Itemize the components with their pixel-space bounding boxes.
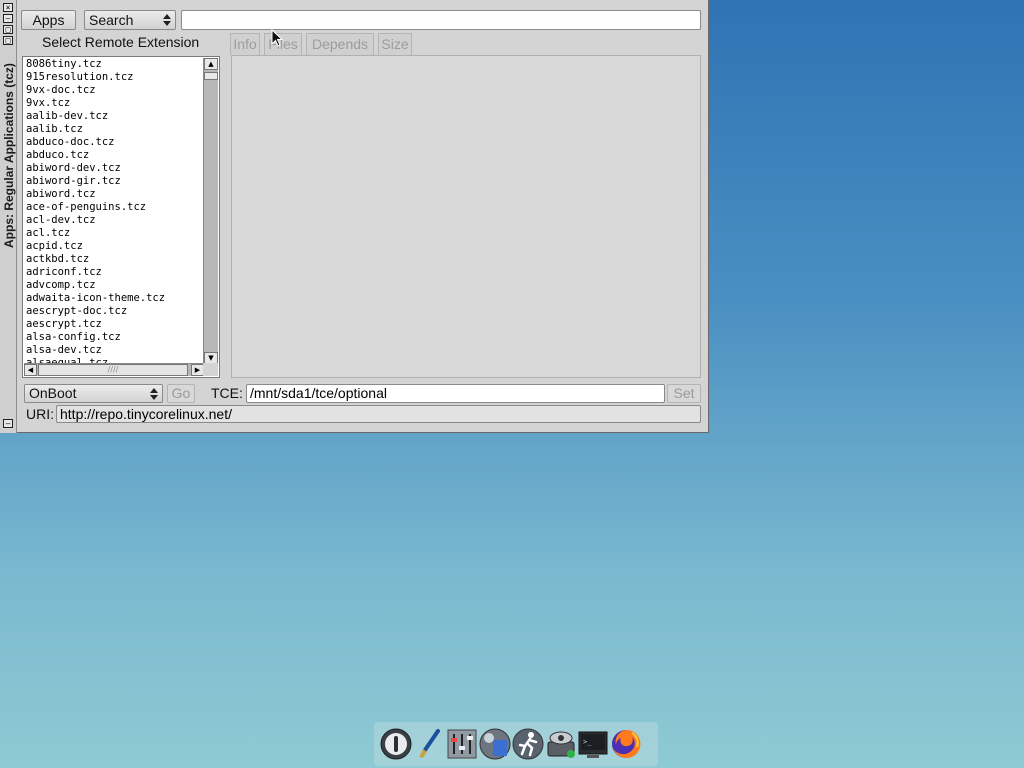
list-item[interactable]: aalib.tcz <box>25 123 203 136</box>
terminal-icon[interactable]: >_ <box>577 728 609 760</box>
search-mode-label: Search <box>89 12 134 28</box>
install-mode-label: OnBoot <box>29 385 77 401</box>
tab-depends[interactable]: Depends <box>306 33 374 55</box>
power-icon[interactable] <box>380 728 412 760</box>
uri-label: URI: <box>26 406 54 422</box>
scroll-thumb[interactable] <box>204 72 218 80</box>
tab-info[interactable]: Info <box>230 33 260 55</box>
tab-files[interactable]: Files <box>264 33 302 55</box>
run-icon[interactable] <box>512 728 544 760</box>
updown-arrows-icon <box>150 388 158 400</box>
app-browser-icon[interactable] <box>545 728 577 760</box>
list-item[interactable]: advcomp.tcz <box>25 279 203 292</box>
list-item[interactable]: adwaita-icon-theme.tcz <box>25 292 203 305</box>
install-mode-select[interactable]: OnBoot <box>24 384 163 403</box>
list-item[interactable]: abiword-dev.tcz <box>25 162 203 175</box>
list-item[interactable]: aescrypt.tcz <box>25 318 203 331</box>
vertical-scrollbar[interactable]: ▲ ▼ <box>203 58 218 364</box>
scroll-left-icon[interactable]: ◀ <box>24 364 37 376</box>
list-item[interactable]: abduco.tcz <box>25 149 203 162</box>
list-item[interactable]: 9vx-doc.tcz <box>25 84 203 97</box>
list-item[interactable]: alsa-dev.tcz <box>25 344 203 357</box>
uri-field[interactable]: http://repo.tinycorelinux.net/ <box>56 405 701 423</box>
scroll-corner <box>203 363 218 376</box>
info-panel <box>231 55 701 378</box>
list-item[interactable]: 8086tiny.tcz <box>25 58 203 71</box>
mouse-cursor-icon <box>271 29 283 47</box>
list-item[interactable]: 9vx.tcz <box>25 97 203 110</box>
app-browser-window: × – □ □ Apps: Regular Applications (tcz)… <box>0 0 709 433</box>
search-mode-select[interactable]: Search <box>84 10 176 30</box>
restore-icon[interactable]: □ <box>3 36 13 45</box>
scroll-up-icon[interactable]: ▲ <box>204 58 218 70</box>
list-item[interactable]: acl-dev.tcz <box>25 214 203 227</box>
list-item[interactable]: adriconf.tcz <box>25 266 203 279</box>
minimize-icon[interactable]: – <box>3 14 13 23</box>
extension-list[interactable]: 8086tiny.tcz 915resolution.tcz 9vx-doc.tcz… <box>22 56 220 378</box>
firefox-icon[interactable] <box>610 728 642 760</box>
hscroll-thumb[interactable]: //// <box>38 364 188 376</box>
set-button[interactable]: Set <box>667 384 701 403</box>
list-item[interactable]: acl.tcz <box>25 227 203 240</box>
list-item[interactable]: abduco-doc.tcz <box>25 136 203 149</box>
list-item[interactable]: ace-of-penguins.tcz <box>25 201 203 214</box>
list-item[interactable]: aescrypt-doc.tcz <box>25 305 203 318</box>
list-item[interactable]: 915resolution.tcz <box>25 71 203 84</box>
svg-text:>_: >_ <box>583 738 592 746</box>
go-button[interactable]: Go <box>167 384 195 403</box>
list-item[interactable]: aalib-dev.tcz <box>25 110 203 123</box>
close-icon[interactable]: × <box>3 3 13 12</box>
tce-label: TCE: <box>211 385 243 401</box>
tab-size[interactable]: Size <box>378 33 412 55</box>
list-item[interactable]: alsa-config.tcz <box>25 331 203 344</box>
list-item[interactable]: abiword.tcz <box>25 188 203 201</box>
updown-arrows-icon <box>163 14 171 26</box>
control-panel-icon[interactable] <box>446 728 478 760</box>
list-item[interactable]: acpid.tcz <box>25 240 203 253</box>
mount-tool-icon[interactable] <box>479 728 511 760</box>
list-item[interactable]: actkbd.tcz <box>25 253 203 266</box>
taskbar-dock: >_ <box>374 722 658 766</box>
window-menu-icon[interactable]: – <box>3 419 13 428</box>
search-input[interactable] <box>181 10 701 30</box>
maximize-icon[interactable]: □ <box>3 25 13 34</box>
window-titlebar[interactable]: × – □ □ Apps: Regular Applications (tcz)… <box>0 0 17 433</box>
list-item[interactable]: abiword-gir.tcz <box>25 175 203 188</box>
paintbrush-icon[interactable] <box>414 728 446 760</box>
horizontal-scrollbar[interactable]: ◀ //// ▶ <box>24 363 204 376</box>
tce-path-input[interactable]: /mnt/sda1/tce/optional <box>246 384 665 403</box>
apps-button[interactable]: Apps <box>21 10 76 30</box>
list-header: Select Remote Extension <box>42 34 200 50</box>
